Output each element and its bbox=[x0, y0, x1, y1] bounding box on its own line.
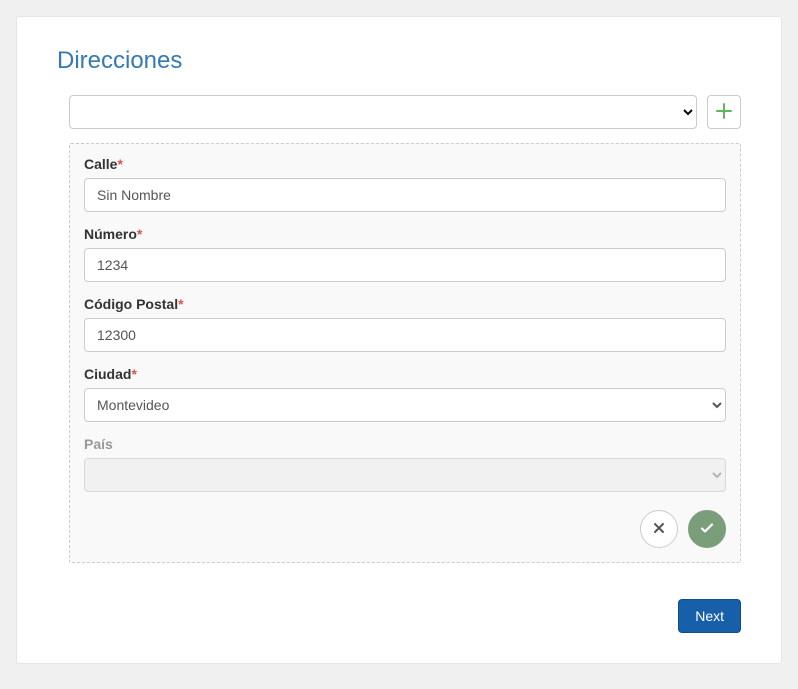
confirm-button[interactable] bbox=[688, 510, 726, 548]
postal-input[interactable] bbox=[84, 318, 726, 352]
next-button[interactable]: Next bbox=[678, 599, 741, 633]
postal-group: Código Postal* bbox=[84, 296, 726, 352]
required-marker: * bbox=[137, 226, 142, 242]
address-select[interactable] bbox=[69, 95, 697, 129]
number-input[interactable] bbox=[84, 248, 726, 282]
street-group: Calle* bbox=[84, 156, 726, 212]
required-marker: * bbox=[178, 296, 183, 312]
required-marker: * bbox=[131, 366, 136, 382]
street-input[interactable] bbox=[84, 178, 726, 212]
postal-label-text: Código Postal bbox=[84, 296, 178, 312]
address-panel: Direcciones Calle* Número* Código Post bbox=[16, 16, 782, 664]
plus-icon bbox=[716, 103, 732, 122]
section-title: Direcciones bbox=[57, 47, 741, 75]
close-icon bbox=[652, 521, 666, 538]
street-label-text: Calle bbox=[84, 156, 117, 172]
top-row bbox=[69, 95, 741, 129]
number-label: Número* bbox=[84, 226, 726, 242]
country-label: País bbox=[84, 436, 726, 452]
cancel-button[interactable] bbox=[640, 510, 678, 548]
address-form: Calle* Número* Código Postal* Ciudad* Mo… bbox=[69, 143, 741, 563]
city-select[interactable]: Montevideo bbox=[84, 388, 726, 422]
street-label: Calle* bbox=[84, 156, 726, 172]
country-select bbox=[84, 458, 726, 492]
city-group: Ciudad* Montevideo bbox=[84, 366, 726, 422]
country-label-text: País bbox=[84, 436, 113, 452]
check-icon bbox=[699, 520, 715, 539]
number-group: Número* bbox=[84, 226, 726, 282]
city-label: Ciudad* bbox=[84, 366, 726, 382]
required-marker: * bbox=[117, 156, 122, 172]
city-label-text: Ciudad bbox=[84, 366, 131, 382]
postal-label: Código Postal* bbox=[84, 296, 726, 312]
number-label-text: Número bbox=[84, 226, 137, 242]
country-group: País bbox=[84, 436, 726, 492]
add-address-button[interactable] bbox=[707, 95, 741, 129]
form-action-row bbox=[84, 510, 726, 548]
footer-row: Next bbox=[57, 599, 741, 633]
